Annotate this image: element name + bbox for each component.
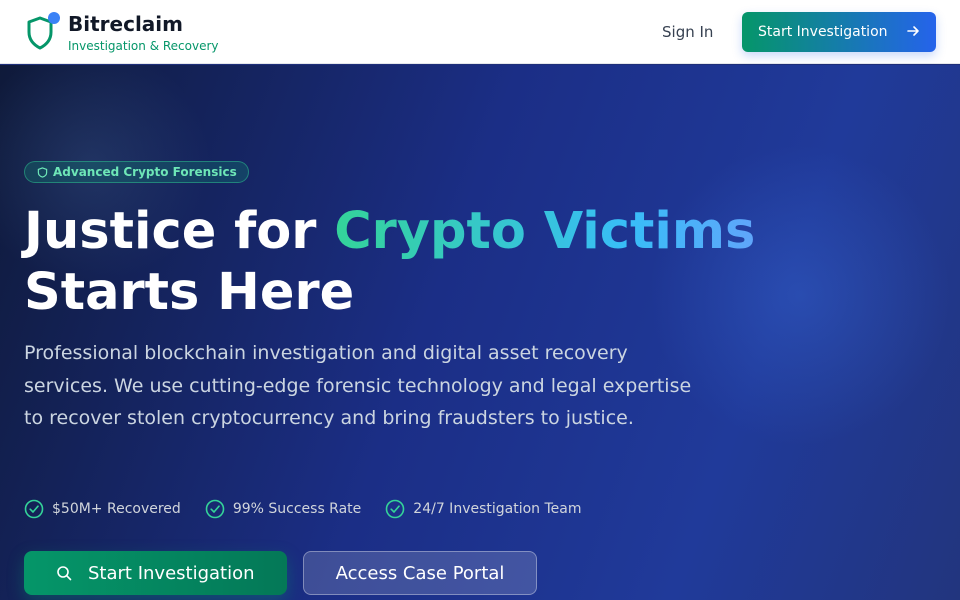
check-circle-icon [24,499,44,519]
stat-label: $50M+ Recovered [52,501,181,517]
brand-tagline: Investigation & Recovery [68,39,219,53]
stat-label: 99% Success Rate [232,501,362,517]
hero-description: Professional blockchain investigation an… [24,342,692,429]
site-header: Bitreclaim Investigation & Recovery Sign… [0,0,960,64]
hero-section: Advanced Crypto Forensics Justice for Cr… [0,65,960,600]
check-circle-icon [385,499,405,519]
sign-in-link[interactable]: Sign In [662,23,713,41]
logo-dot [48,12,60,24]
stat-label: 24/7 Investigation Team [413,501,582,517]
stat-item: $50M+ Recovered [24,499,181,519]
search-icon [57,566,72,581]
stat-item: 24/7 Investigation Team [385,499,582,519]
stat-item: 99% Success Rate [205,499,361,519]
brand-name[interactable]: Bitreclaim [68,12,183,36]
headline-part2: Starts Here [24,263,355,322]
headline-highlight: Crypto Victims [334,202,756,261]
badge-label: Advanced Crypto Forensics [53,165,237,179]
start-investigation-button[interactable]: Start Investigation [24,551,287,595]
headline-part1: Justice for [24,202,335,261]
access-case-portal-button[interactable]: Access Case Portal [303,551,537,595]
check-circle-icon [205,499,225,519]
start-investigation-header-label: Start Investigation [758,24,888,40]
logo[interactable] [26,12,60,50]
stats-row: $50M+ Recovered 99% Success Rate 24/7 In… [24,499,606,519]
shield-icon [37,166,48,178]
forensics-badge: Advanced Crypto Forensics [24,161,249,183]
start-investigation-header-button[interactable]: Start Investigation [742,12,936,52]
access-case-portal-label: Access Case Portal [335,562,505,584]
arrow-right-icon [907,26,919,36]
start-investigation-label: Start Investigation [88,562,255,584]
hero-headline: Justice for Crypto Victims Starts Here [24,201,924,323]
